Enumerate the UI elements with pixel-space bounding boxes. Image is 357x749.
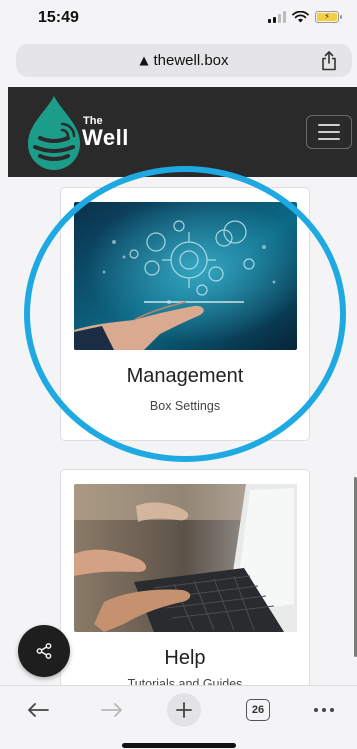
browser-toolbar: 26 <box>0 685 357 749</box>
card-title: Management <box>126 365 244 387</box>
wifi-icon <box>292 11 309 23</box>
management-card-image <box>74 202 297 350</box>
hamburger-menu-button[interactable] <box>306 115 352 149</box>
more-dots-icon <box>314 708 334 712</box>
floating-share-button[interactable] <box>18 625 70 677</box>
hamburger-bar <box>318 124 340 126</box>
share-nodes-icon <box>36 643 52 659</box>
tabs-button[interactable]: 26 <box>238 694 278 726</box>
card-subtitle: Box Settings <box>149 399 221 413</box>
site-header: The Well <box>8 87 357 177</box>
help-card[interactable]: Help Tutorials and Guides <box>60 469 310 685</box>
management-card[interactable]: Management Box Settings <box>60 187 310 441</box>
home-indicator <box>122 743 236 748</box>
battery-charging-icon: ⚡ <box>317 13 337 21</box>
share-icon[interactable] <box>320 51 338 71</box>
battery-icon: ⚡ <box>315 11 342 23</box>
new-tab-button[interactable] <box>164 693 204 727</box>
back-button[interactable] <box>18 694 58 726</box>
hamburger-bar <box>318 138 340 140</box>
page-content: Management Box Settings Help Tutorials a… <box>8 177 357 685</box>
lock-icon <box>139 56 149 65</box>
plus-icon <box>176 702 192 718</box>
url-text: thewell.box <box>153 52 229 69</box>
help-card-image <box>74 484 297 632</box>
arrow-right-icon <box>101 703 122 717</box>
card-subtitle: Tutorials and Guides <box>127 677 243 685</box>
new-tab-circle <box>167 693 201 727</box>
more-button[interactable] <box>304 694 344 726</box>
hamburger-bar <box>318 131 340 133</box>
address-bar[interactable]: thewell.box <box>16 44 352 77</box>
cellular-signal-icon <box>268 11 286 23</box>
card-title: Help <box>164 647 206 669</box>
arrow-left-icon <box>28 703 49 717</box>
status-bar: 15:49 ⚡ <box>0 0 357 40</box>
status-time: 15:49 <box>38 9 79 26</box>
forward-button[interactable] <box>92 694 132 726</box>
brand-name-large: Well <box>82 125 129 150</box>
status-icons: ⚡ <box>268 11 342 23</box>
tab-count: 26 <box>246 699 270 721</box>
